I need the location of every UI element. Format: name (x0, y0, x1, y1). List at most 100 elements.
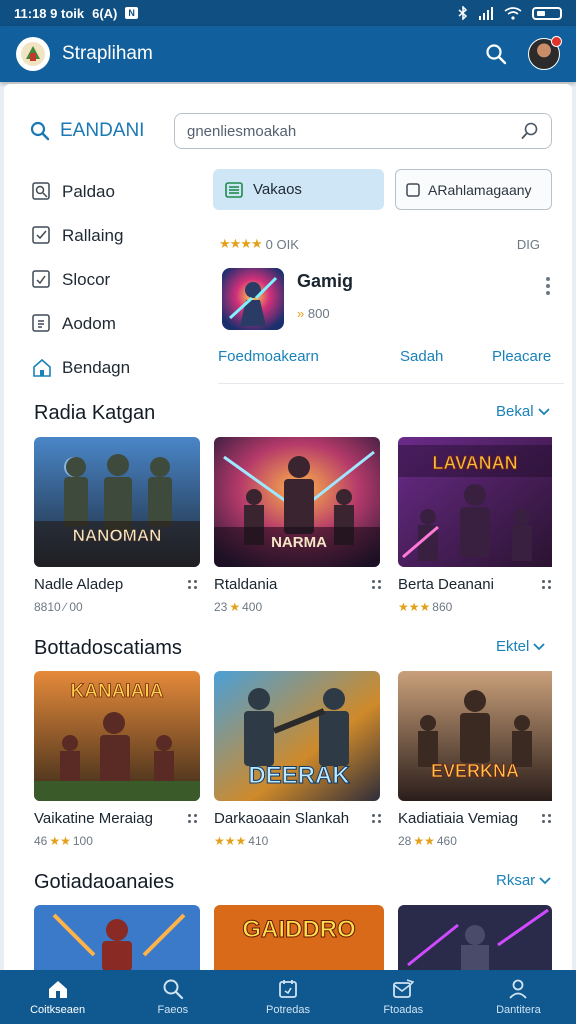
app-bar: Strapliham (0, 26, 576, 82)
featured-link-3[interactable]: Pleacare (492, 348, 551, 365)
bottom-nav-inbox[interactable]: Ftoadas (346, 970, 461, 1024)
tile-title[interactable]: Rtaldania (214, 576, 277, 593)
status-bar: 11:18 9 toik 6(A) N (0, 0, 576, 26)
chevron-down-icon (539, 876, 551, 884)
tab-vakaos[interactable]: Vakaos (213, 169, 384, 210)
tile-meta: 46 ★★ 100 (34, 834, 93, 848)
calendar-icon (276, 978, 300, 1000)
app-logo[interactable] (16, 37, 50, 71)
grid-menu-icon[interactable] (542, 580, 552, 590)
star-rating-icon: ★★★ (398, 600, 431, 614)
list-icon (225, 181, 243, 198)
featured-game-thumbnail[interactable] (222, 268, 284, 330)
tile-banner-text: NANOMAN (73, 526, 162, 545)
bottom-nav-search[interactable]: Faeos (115, 970, 230, 1024)
checkbox-icon (32, 270, 50, 288)
search-input[interactable] (187, 122, 521, 140)
tile-banner-text: GAIDDRO (242, 916, 355, 943)
chevron-down-icon (537, 407, 550, 415)
bottom-nav-home[interactable]: Coitkseaen (0, 970, 115, 1024)
game-tile[interactable]: NARMA (214, 437, 380, 567)
game-tile[interactable]: KANAIAIA (34, 671, 200, 801)
sidebar-item-label: Bendagn (62, 358, 131, 377)
featured-rating-right: DIG (516, 237, 540, 252)
grid-menu-icon[interactable] (542, 814, 552, 824)
section-see-all-link[interactable]: Bekal (496, 403, 550, 420)
brand-label[interactable]: EANDANI (30, 120, 144, 142)
bottom-nav-profile[interactable]: Dantitera (461, 970, 576, 1024)
search-icon[interactable] (482, 40, 510, 68)
tile-meta: 23 ★ 400 (214, 600, 263, 614)
chevron-down-icon (533, 642, 545, 650)
sidebar-item-slocor[interactable]: Slocor (32, 258, 182, 302)
bottom-nav: Coitkseaen Faeos Potredas Ftoadas Dantit… (0, 970, 576, 1024)
grid-menu-icon[interactable] (188, 580, 198, 590)
tile-banner-text: EVERKNA (431, 761, 519, 781)
featured-meta: » 800 (297, 306, 330, 321)
notification-dot (551, 36, 562, 47)
tile-meta: ★★★ 860 (398, 600, 453, 614)
game-tile[interactable]: EVERKNA (398, 671, 564, 801)
sidebar-item-label: Slocor (62, 270, 111, 289)
chevron-right-icon: » (297, 306, 305, 321)
sidebar-item-label: Aodom (62, 314, 116, 333)
star-rating-icon: ★★★★ (219, 236, 263, 251)
tile-title[interactable]: Kadiatiaia Vemiag (398, 810, 518, 827)
game-tile[interactable] (398, 905, 552, 970)
tile-title[interactable]: Nadle Aladep (34, 576, 123, 593)
game-tile[interactable] (34, 905, 200, 970)
sidebar-item-bendagn[interactable]: Bendagn (32, 346, 182, 390)
folder-icon (406, 182, 420, 197)
tile-title[interactable]: Darkaoaain Slankah (214, 810, 349, 827)
game-tile[interactable]: GAIDDRO (214, 905, 384, 970)
game-tile[interactable]: DEERAK (214, 671, 380, 801)
status-badge: 6(A) (92, 5, 118, 21)
tile-title[interactable]: Vaikatine Meraiag (34, 810, 153, 827)
bottom-nav-label: Faeos (157, 1004, 189, 1016)
grid-menu-icon[interactable] (188, 814, 198, 824)
avatar[interactable] (528, 36, 562, 70)
game-tile[interactable]: LAVANAN (398, 437, 564, 567)
game-tile[interactable]: NANOMAN (34, 437, 200, 567)
signal-icon (479, 6, 493, 20)
wifi-icon (504, 6, 522, 20)
grid-menu-icon[interactable] (372, 580, 382, 590)
bottom-nav-label: Ftoadas (383, 1004, 424, 1016)
section-title: Gotiadaoanaies (34, 871, 175, 893)
rating-text: 0 OIK (265, 236, 299, 252)
search-icon[interactable] (521, 122, 539, 140)
tile-banner-text: NARMA (271, 534, 327, 551)
divider (218, 383, 564, 384)
featured-title[interactable]: Gamig (297, 271, 353, 292)
section-title: Radia Katgan (34, 402, 156, 424)
tile-banner-text: DEERAK (248, 762, 350, 789)
tile-meta: 8810 ⁄ 00 (34, 600, 83, 614)
section-see-all-link[interactable]: Rksar (496, 872, 551, 889)
more-vert-icon[interactable] (542, 276, 554, 296)
bottom-nav-calendar[interactable]: Potredas (230, 970, 345, 1024)
tab-arahlamagaany[interactable]: ARahlamagaany (395, 169, 552, 210)
section-see-all-link[interactable]: Ektel (496, 638, 545, 655)
check-square-icon (32, 226, 50, 244)
sidebar-item-rallaing[interactable]: Rallaing (32, 214, 182, 258)
sidebar-item-paldao[interactable]: Paldao (32, 170, 182, 214)
tile-meta: ★★★ 410 (214, 834, 269, 848)
star-rating-icon: ★★★ (214, 834, 247, 848)
bottom-nav-label: Potredas (265, 1004, 311, 1016)
tile-banner-text: KANAIAIA (71, 681, 164, 702)
featured-rating: ★★★★ 0 OIK (219, 236, 299, 252)
app-title: Strapliham (62, 43, 153, 64)
brand-text: EANDANI (60, 120, 145, 141)
home-icon (46, 978, 70, 1000)
sidebar-item-label: Rallaing (62, 226, 124, 245)
featured-link-1[interactable]: Foedmoakearn (218, 348, 319, 365)
section-title: Bottadoscatiams (34, 637, 182, 659)
grid-menu-icon[interactable] (372, 814, 382, 824)
sidebar-item-aodom[interactable]: Aodom (32, 302, 182, 346)
tab-label: Vakaos (253, 181, 302, 198)
tile-title[interactable]: Berta Deanani (398, 576, 494, 593)
star-rating-icon: ★★ (413, 834, 435, 848)
featured-link-2[interactable]: Sadah (400, 348, 443, 365)
search-field[interactable] (174, 113, 552, 149)
bottom-nav-label: Coitkseaen (30, 1004, 86, 1016)
